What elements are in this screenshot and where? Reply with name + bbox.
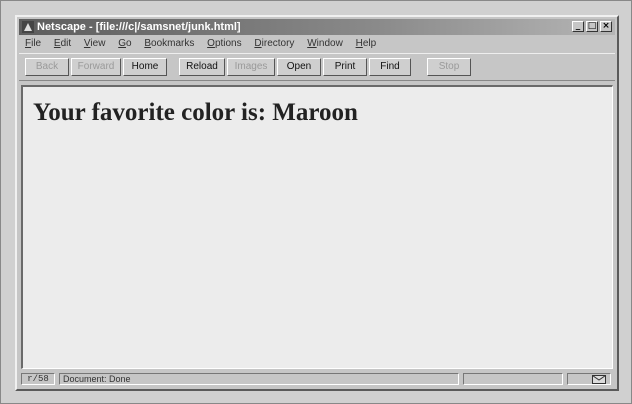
home-button[interactable]: Home	[123, 58, 167, 76]
window-controls: _ □ ×	[570, 21, 612, 33]
menu-file[interactable]: File	[25, 36, 41, 52]
navigation-toolbar: Back Forward Home Reload Images Open Pri…	[19, 53, 615, 81]
maximize-button[interactable]: □	[586, 21, 598, 32]
back-button[interactable]: Back	[25, 58, 69, 76]
browser-window: Netscape - [file:///c|/samsnet/junk.html…	[15, 15, 619, 391]
find-button[interactable]: Find	[369, 58, 411, 76]
netscape-app-icon	[22, 21, 34, 33]
forward-button[interactable]: Forward	[71, 58, 121, 76]
menu-edit-rest: dit	[60, 38, 72, 49]
menu-directory[interactable]: Directory	[254, 36, 294, 52]
menu-options-rest: ptions	[214, 38, 242, 49]
stop-button[interactable]: Stop	[427, 58, 471, 76]
images-button[interactable]: Images	[227, 58, 275, 76]
menu-go[interactable]: Go	[118, 36, 131, 52]
mail-icon[interactable]	[567, 373, 611, 385]
menu-window-rest: indow	[316, 38, 343, 49]
envelope-icon	[592, 375, 606, 384]
menu-file-rest: ile	[31, 38, 42, 49]
menu-edit[interactable]: Edit	[54, 36, 71, 52]
print-button[interactable]: Print	[323, 58, 367, 76]
menu-view-rest: iew	[90, 38, 106, 49]
close-button[interactable]: ×	[600, 21, 612, 32]
screenshot-frame: Netscape - [file:///c|/samsnet/junk.html…	[0, 0, 632, 404]
window-title: Netscape - [file:///c|/samsnet/junk.html…	[37, 21, 241, 33]
minimize-button[interactable]: _	[572, 21, 584, 32]
reload-button[interactable]: Reload	[179, 58, 225, 76]
menu-bookmarks[interactable]: Bookmarks	[144, 36, 194, 52]
menu-bookmarks-rest: ookmarks	[151, 38, 195, 49]
menu-view[interactable]: View	[84, 36, 106, 52]
progress-meter	[463, 373, 563, 385]
menu-go-rest: o	[126, 38, 132, 49]
menu-options[interactable]: Options	[207, 36, 241, 52]
title-bar[interactable]: Netscape - [file:///c|/samsnet/junk.html…	[19, 19, 615, 35]
status-bar: r/58 Document: Done	[19, 372, 615, 387]
menu-directory-rest: irectory	[261, 38, 295, 49]
menu-help-rest: elp	[362, 38, 377, 49]
menu-window[interactable]: Window	[307, 36, 343, 52]
open-button[interactable]: Open	[277, 58, 321, 76]
security-key-icon: r/58	[21, 373, 55, 385]
menu-bar: File Edit View Go Bookmarks Options Dire…	[19, 36, 615, 52]
menu-help[interactable]: Help	[356, 36, 377, 52]
page-heading: Your favorite color is: Maroon	[33, 99, 358, 126]
page-content[interactable]: Your favorite color is: Maroon	[21, 85, 613, 369]
status-message: Document: Done	[59, 373, 459, 385]
